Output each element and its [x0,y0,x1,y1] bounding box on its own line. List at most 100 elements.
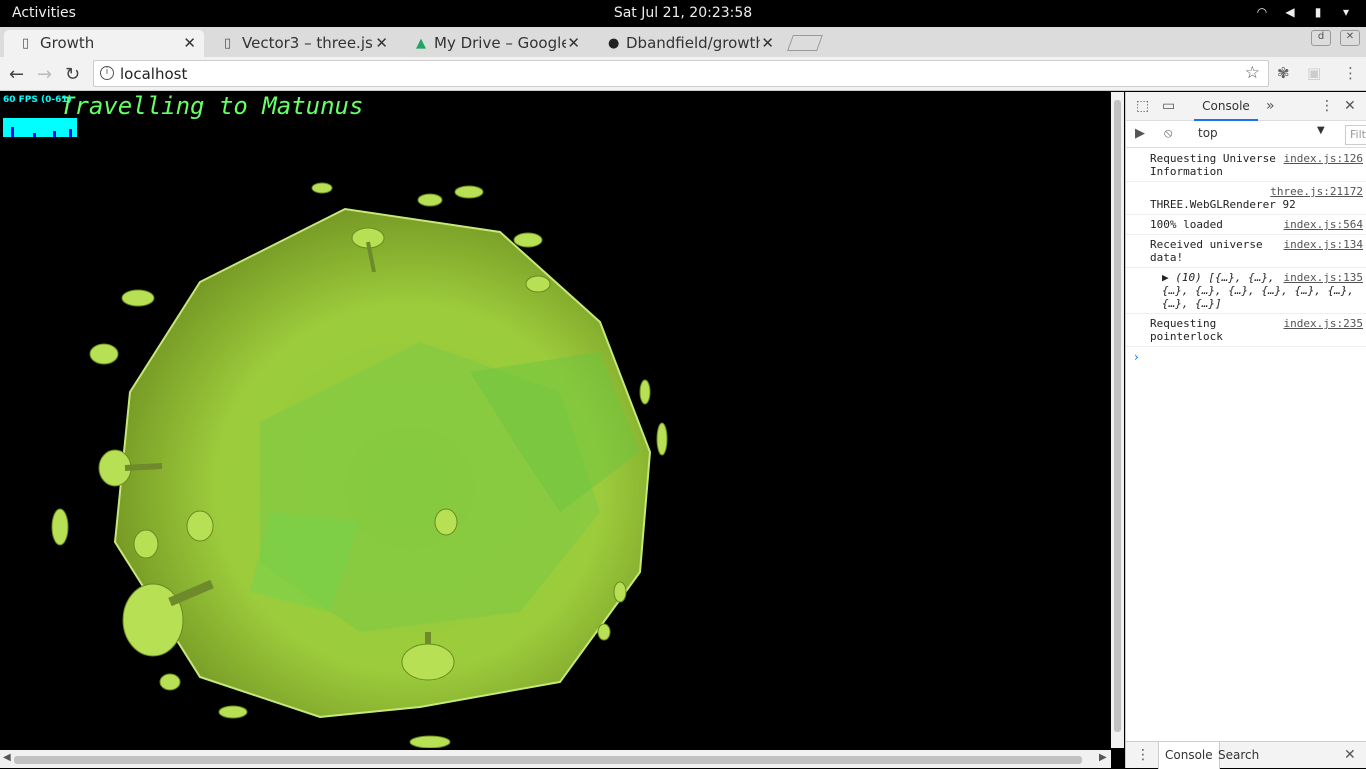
tab-title: My Drive – Google Drive [434,34,566,52]
profile-icon[interactable]: d [1311,30,1331,46]
back-button[interactable]: ← [9,64,24,85]
extension-icon-disabled[interactable]: ▣ [1307,64,1321,82]
address-bar[interactable]: i localhost ☆ [93,60,1269,87]
tree [133,529,159,559]
devtools-panel: ⬚ ▭ Console » ⋮ ✕ ▶ ⦸ top ▼ Filt index.j… [1125,92,1366,769]
console-message[interactable]: three.js:21172 THREE.WebGLRenderer 92 [1126,182,1366,215]
tree [639,379,651,405]
google-drive-icon: ▲ [416,36,426,51]
document-icon: ▯ [224,36,232,51]
tree [597,623,611,641]
vertical-scrollbar[interactable] [1111,92,1124,748]
more-tabs-icon[interactable]: » [1266,98,1275,114]
console-prompt-icon[interactable]: › [1134,350,1139,364]
console-message[interactable]: index.js:134 Received universe data! [1126,235,1366,268]
tree [401,643,455,681]
device-toolbar-icon[interactable]: ▭ [1162,98,1175,114]
source-link[interactable]: index.js:134 [1284,238,1363,251]
context-selector[interactable]: top [1198,126,1218,140]
inspect-element-icon[interactable]: ⬚ [1136,98,1149,114]
tree [613,581,627,603]
message-text: Requesting pointerlock [1150,317,1223,343]
source-link[interactable]: three.js:21172 [1270,185,1363,198]
tree [218,705,248,719]
tab-github[interactable]: ● Dbandfield/growth ✕ [590,30,782,57]
drawer-tab-search[interactable]: Search [1212,742,1265,769]
tree [51,508,69,546]
chevron-down-icon: ▾ [1342,5,1350,19]
tab-my-drive[interactable]: ▲ My Drive – Google Drive ✕ [398,30,588,57]
browser-tab-strip: ▯ Growth ✕ ▯ Vector3 – three.js docs ✕ ▲… [0,27,1366,57]
source-link[interactable]: index.js:126 [1284,152,1363,165]
tab-growth[interactable]: ▯ Growth ✕ [4,30,204,57]
system-top-bar: Activities Sat Jul 21, 20:23:58 ◠ ◀ ▮ ▾ [0,0,1366,27]
planet-scene [51,182,668,748]
close-icon[interactable]: ✕ [1344,98,1356,114]
console-message[interactable]: index.js:135 ▶ (10) [{…}, {…}, {…}, {…},… [1126,268,1366,314]
menu-icon[interactable]: ⋮ [1343,64,1358,82]
kebab-menu-icon[interactable]: ⋮ [1320,98,1334,114]
source-link[interactable]: index.js:235 [1284,317,1363,330]
scroll-thumb[interactable] [14,756,1082,764]
close-icon[interactable]: ✕ [761,34,774,52]
bookmark-star-icon[interactable]: ☆ [1245,63,1260,83]
tree [417,193,443,207]
scroll-thumb[interactable] [1114,100,1121,732]
console-message[interactable]: index.js:126 Requesting Universe Informa… [1126,149,1366,182]
tree [186,510,214,542]
message-text: 100% loaded [1150,218,1223,231]
tab-console[interactable]: Console [1194,92,1258,121]
fps-label: 60 FPS (0-61) [3,95,72,105]
system-tray[interactable]: ◠ ◀ ▮ ▾ [1254,5,1354,19]
tab-vector3[interactable]: ▯ Vector3 – three.js docs ✕ [206,30,396,57]
travel-heading: Travelling to Matunus [60,92,364,120]
forward-button[interactable]: → [37,64,52,85]
drawer-tab-console[interactable]: Console [1158,742,1220,769]
devtools-header: ⬚ ▭ Console » ⋮ ✕ [1126,92,1366,121]
fps-stats-panel[interactable]: 60 FPS (0-61) [0,92,80,140]
wifi-icon: ◠ [1256,5,1268,19]
expand-triangle-icon[interactable]: ▶ [1162,271,1169,284]
tab-title: Vector3 – three.js docs [242,34,372,52]
tree [525,275,551,293]
close-icon[interactable]: ✕ [375,34,388,52]
scroll-right-icon[interactable]: ▶ [1099,752,1107,763]
tree [159,673,181,691]
sidebar-toggle-icon[interactable]: ▶ [1135,126,1145,141]
reload-button[interactable]: ↻ [65,64,80,85]
new-tab-button[interactable] [787,35,823,51]
tree [513,232,543,248]
console-filter-bar: ▶ ⦸ top ▼ Filt [1126,121,1366,148]
close-icon[interactable]: ✕ [567,34,580,52]
tree [311,182,333,194]
clock[interactable]: Sat Jul 21, 20:23:58 [0,5,1366,21]
tree [409,735,451,748]
volume-icon: ◀ [1285,5,1295,19]
extension-icon[interactable]: ✾ [1277,64,1290,82]
message-text: Requesting Universe Information [1150,152,1276,178]
console-message[interactable]: index.js:564 100% loaded [1126,215,1366,235]
tree [434,508,458,536]
source-link[interactable]: index.js:564 [1284,218,1363,231]
tree [121,289,155,307]
webgl-viewport[interactable]: Travelling to Matunus 60 FPS (0-61) [0,92,1111,748]
tree [454,185,484,199]
document-icon: ▯ [22,36,30,51]
clear-console-icon[interactable]: ⦸ [1164,126,1172,141]
scroll-left-icon[interactable]: ◀ [3,752,11,763]
message-text: Received universe data! [1150,238,1263,264]
fps-graph [3,118,77,137]
info-icon[interactable]: i [100,66,114,80]
window-close-button[interactable]: ✕ [1340,30,1360,46]
console-message[interactable]: index.js:235 Requesting pointerlock [1126,314,1366,347]
filter-input[interactable]: Filt [1345,125,1366,145]
close-icon[interactable]: ✕ [1344,747,1356,763]
close-icon[interactable]: ✕ [183,34,196,52]
source-link[interactable]: index.js:135 [1284,271,1363,284]
chevron-down-icon[interactable]: ▼ [1317,125,1325,136]
horizontal-scrollbar[interactable]: ◀ ▶ [0,750,1111,768]
kebab-menu-icon[interactable]: ⋮ [1136,747,1150,763]
url-text[interactable]: localhost [120,65,187,83]
tree [89,343,119,365]
devtools-drawer: ⋮ Console Search ✕ [1126,741,1366,769]
